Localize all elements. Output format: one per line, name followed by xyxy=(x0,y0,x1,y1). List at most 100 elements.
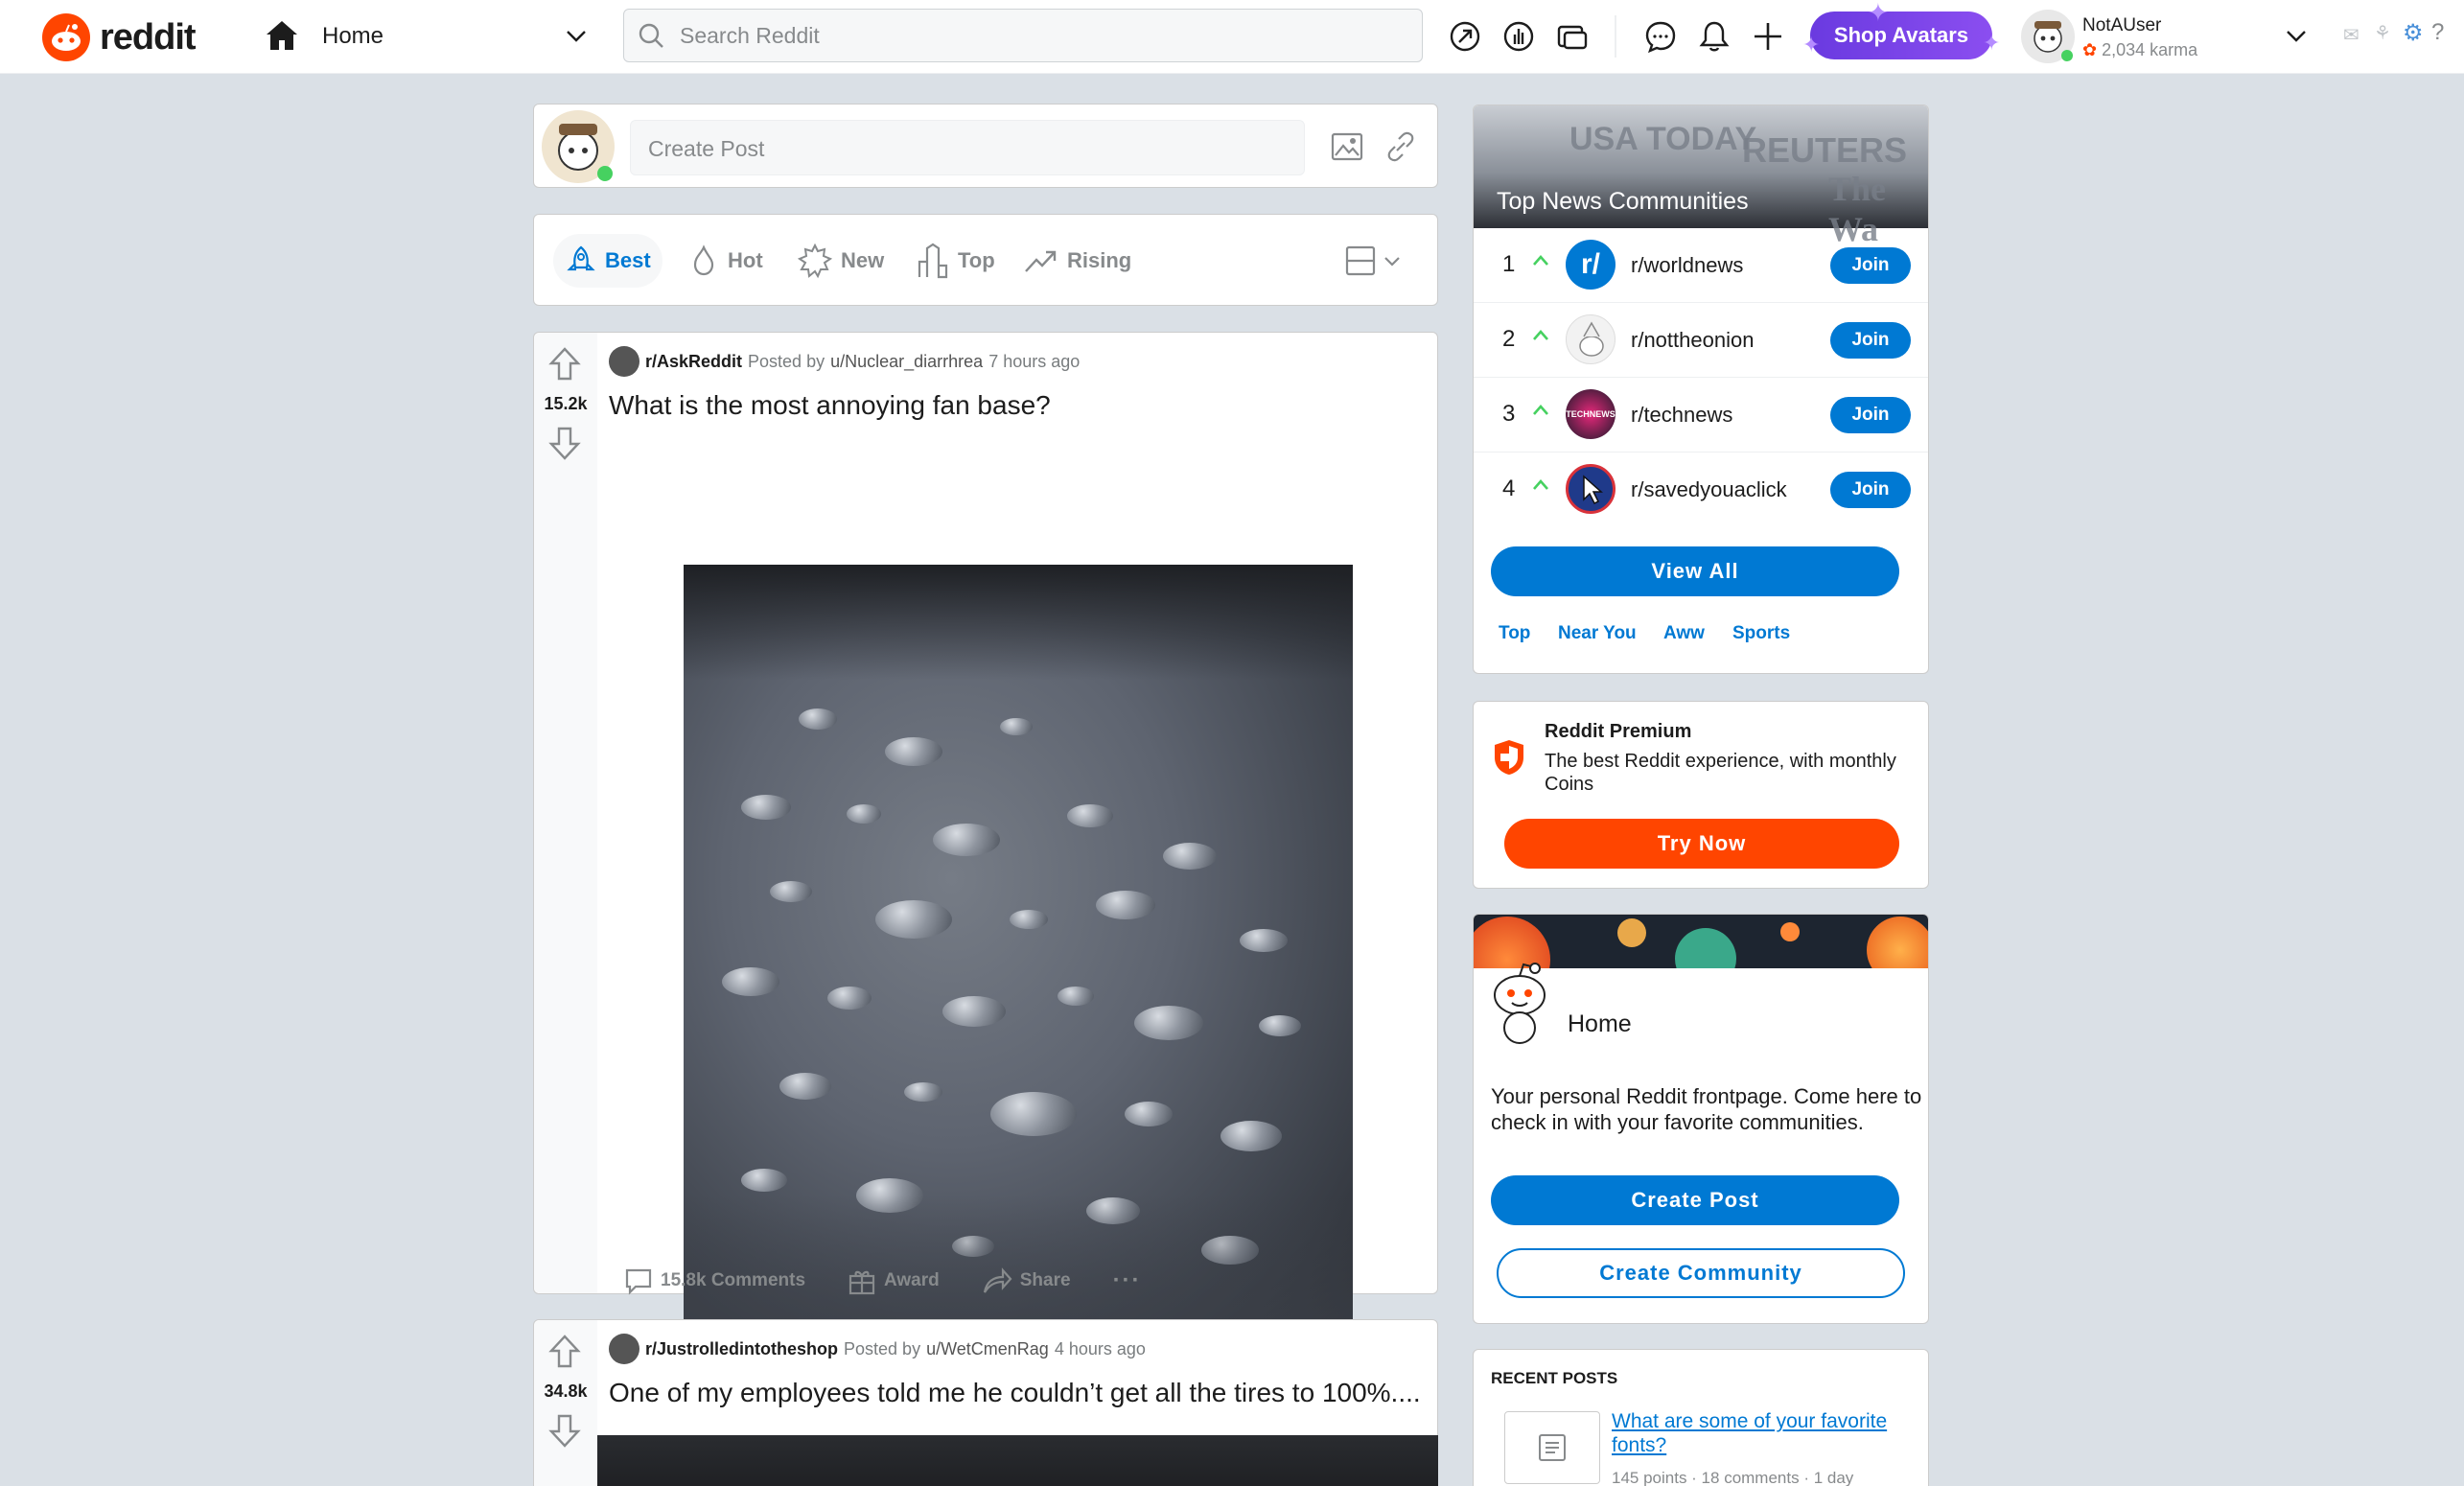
post-card[interactable]: 34.8k r/Justrolledintotheshop Posted by … xyxy=(533,1319,1438,1486)
try-now-button[interactable]: Try Now xyxy=(1504,819,1899,869)
rising-icon xyxy=(1025,250,1057,272)
community-name[interactable]: r/savedyouaclick xyxy=(1631,477,1787,502)
premium-widget: Reddit Premium The best Reddit experienc… xyxy=(1473,701,1929,889)
post-image[interactable] xyxy=(684,565,1353,1349)
post-time: 4 hours ago xyxy=(1054,1338,1146,1358)
share-icon xyxy=(983,1267,1012,1293)
community-avatar xyxy=(1566,464,1616,514)
post-card[interactable]: 15.2k r/AskReddit Posted by u/Nuclear_di… xyxy=(533,332,1438,1349)
community-name[interactable]: r/worldnews xyxy=(1631,253,1743,278)
post-image[interactable] xyxy=(597,1435,1438,1486)
subreddit-link[interactable]: r/Justrolledintotheshop xyxy=(645,1339,838,1359)
sort-top[interactable]: Top xyxy=(904,234,1007,288)
feed-selector[interactable]: Home xyxy=(261,15,598,58)
search-input[interactable]: Search Reddit xyxy=(623,9,1423,62)
share-button[interactable]: Share xyxy=(982,1266,1071,1295)
category-tag[interactable]: Aww xyxy=(1663,623,1705,644)
category-tag[interactable]: Top xyxy=(1499,623,1530,644)
sort-new[interactable]: New xyxy=(785,234,895,288)
join-button[interactable]: Join xyxy=(1830,247,1911,284)
community-row[interactable]: 1 r/ r/worldnews Join xyxy=(1474,228,1928,303)
subreddit-icon[interactable] xyxy=(609,1334,639,1364)
create-post-input[interactable]: Create Post xyxy=(630,120,1305,175)
view-all-button[interactable]: View All xyxy=(1491,546,1899,596)
chevron-down-icon xyxy=(1384,257,1400,267)
award-button[interactable]: Award xyxy=(848,1266,940,1295)
chevron-down-icon xyxy=(567,31,586,42)
community-row[interactable]: 2 r/nottheonion Join xyxy=(1474,303,1928,378)
chat-icon[interactable] xyxy=(1643,19,1678,54)
notification-bell-icon[interactable] xyxy=(1697,19,1732,54)
home-description: Your personal Reddit frontpage. Come her… xyxy=(1491,1084,1922,1134)
join-button[interactable]: Join xyxy=(1830,322,1911,359)
home-title: Home xyxy=(1568,1010,1632,1037)
top-chart-icon xyxy=(918,243,948,279)
shop-avatars-label: Shop Avatars xyxy=(1833,23,1969,47)
user-menu[interactable]: NotAUser ✿ 2,034 karma xyxy=(2021,6,2309,67)
rpan-icon[interactable] xyxy=(1555,19,1590,54)
join-button[interactable]: Join xyxy=(1830,397,1911,433)
extension-icon[interactable]: ⚘ xyxy=(2374,21,2391,45)
author-link[interactable]: u/WetCmenRag xyxy=(926,1339,1049,1359)
image-upload-icon[interactable] xyxy=(1330,129,1364,164)
community-row[interactable]: 3 TECHNEWS r/technews Join xyxy=(1474,378,1928,453)
create-post-card: Create Post xyxy=(533,104,1438,188)
premium-description: The best Reddit experience, with monthly… xyxy=(1545,751,1896,795)
subreddit-icon[interactable] xyxy=(609,346,639,377)
community-name[interactable]: r/nottheonion xyxy=(1631,328,1754,353)
top-communities-widget: USA TODAY REUTERS The Wa Top News Commun… xyxy=(1473,104,1929,674)
sort-rising[interactable]: Rising xyxy=(1011,234,1143,288)
plus-icon[interactable] xyxy=(1751,19,1785,54)
create-community-button[interactable]: Create Community xyxy=(1497,1248,1905,1298)
comment-icon xyxy=(625,1268,652,1295)
username: NotAUser xyxy=(2082,15,2162,35)
post-title[interactable]: What is the most annoying fan base? xyxy=(609,390,1051,421)
community-row[interactable]: 4 r/savedyouaclick Join xyxy=(1474,453,1928,527)
sort-bar: Best Hot New Top Rising xyxy=(533,214,1438,306)
chevron-down-icon xyxy=(2287,31,2306,42)
settings-extension-icon[interactable]: ⚙ xyxy=(2403,19,2424,47)
trend-up-icon xyxy=(1533,255,1548,266)
downvote-icon[interactable] xyxy=(547,425,582,461)
upvote-icon[interactable] xyxy=(547,346,582,383)
view-layout-toggle[interactable] xyxy=(1345,245,1403,276)
snoo-mascot-icon xyxy=(1494,963,1546,1044)
trend-up-icon xyxy=(1533,330,1548,340)
create-post-button[interactable]: Create Post xyxy=(1491,1175,1899,1225)
karma-icon: ✿ xyxy=(2082,40,2103,59)
user-avatar[interactable] xyxy=(542,110,615,183)
search-icon xyxy=(639,23,663,48)
sparkle-icon: ✦ xyxy=(1868,0,1889,27)
recent-post-link[interactable]: What are some of your favorite fonts? xyxy=(1612,1409,1909,1457)
premium-title: Reddit Premium xyxy=(1545,721,1692,742)
community-name[interactable]: r/technews xyxy=(1631,403,1732,428)
community-avatar: TECHNEWS xyxy=(1566,389,1616,439)
recent-posts-widget: RECENT POSTS What are some of your favor… xyxy=(1473,1349,1929,1486)
post-thumbnail[interactable] xyxy=(1504,1411,1600,1484)
upvote-icon[interactable] xyxy=(547,1334,582,1370)
mail-extension-icon[interactable]: ✉ xyxy=(2343,23,2359,47)
help-icon[interactable]: ? xyxy=(2431,19,2444,46)
reddit-logo[interactable]: reddit xyxy=(42,13,197,61)
category-tag[interactable]: Near You xyxy=(1558,623,1637,644)
downvote-icon[interactable] xyxy=(547,1412,582,1449)
karma-count: ✿ 2,034 karma xyxy=(2082,40,2198,59)
shop-avatars-button[interactable]: Shop Avatars xyxy=(1810,12,1992,59)
category-tag[interactable]: Sports xyxy=(1732,623,1790,644)
logo-wordmark: reddit xyxy=(100,16,197,58)
sort-best[interactable]: Best xyxy=(553,234,662,288)
author-link[interactable]: u/Nuclear_diarrhrea xyxy=(830,352,983,372)
home-widget: Home Your personal Reddit frontpage. Com… xyxy=(1473,914,1929,1324)
vote-score: 15.2k xyxy=(544,394,588,413)
coins-icon[interactable] xyxy=(1501,19,1536,54)
post-title[interactable]: One of my employees told me he couldn’t … xyxy=(609,1378,1421,1408)
join-button[interactable]: Join xyxy=(1830,472,1911,508)
popular-icon[interactable] xyxy=(1448,19,1482,54)
post-actions: 15.8k Comments Award Share ··· xyxy=(624,1266,1184,1295)
subreddit-link[interactable]: r/AskReddit xyxy=(645,352,742,372)
comments-button[interactable]: 15.8k Comments xyxy=(624,1266,805,1295)
more-options-button[interactable]: ··· xyxy=(1113,1267,1142,1294)
recent-posts-title: RECENT POSTS xyxy=(1491,1369,1618,1387)
sort-hot[interactable]: Hot xyxy=(676,234,775,288)
link-icon[interactable] xyxy=(1383,129,1418,164)
